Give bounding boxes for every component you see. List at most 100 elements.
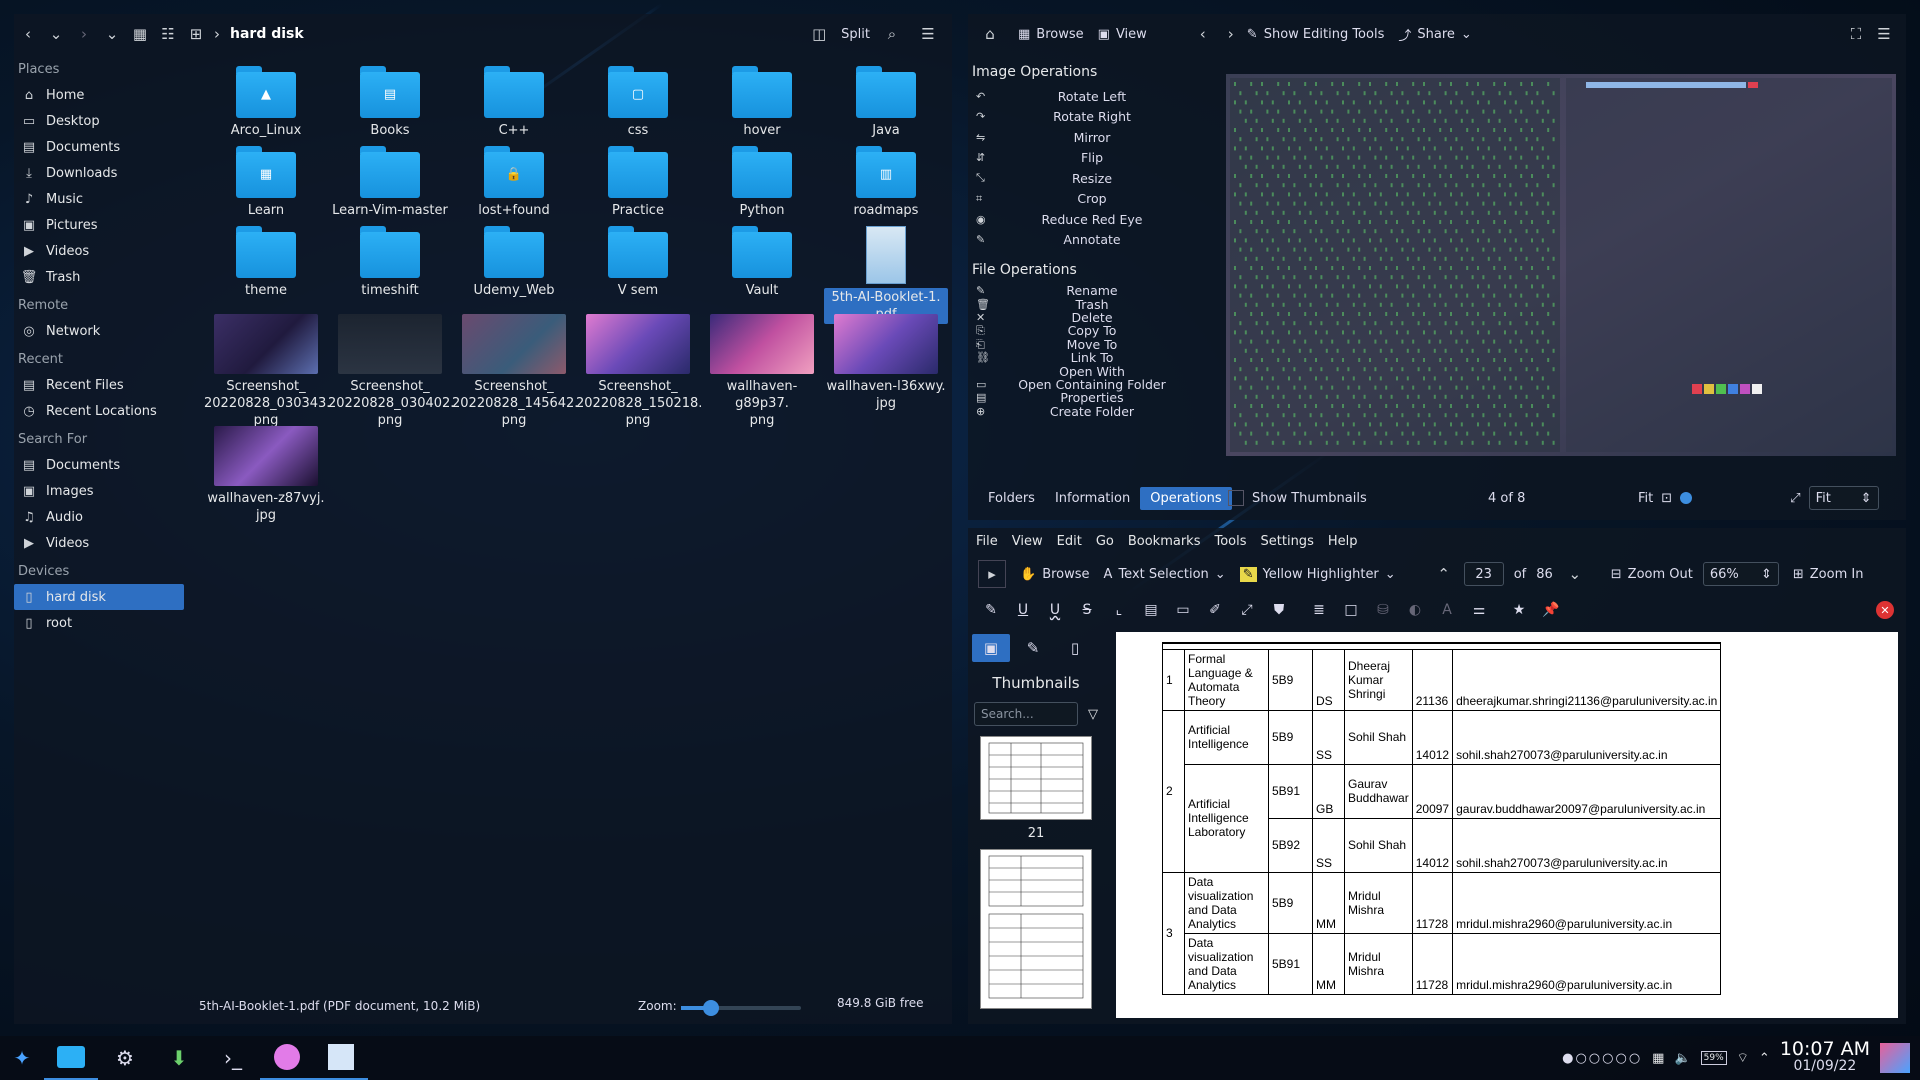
image-preview[interactable]: [1226, 74, 1896, 456]
wifi-icon[interactable]: ⌔: [1737, 1050, 1749, 1066]
folder-tile[interactable]: timeshift: [328, 226, 452, 299]
dolphin-task-icon[interactable]: [44, 1036, 98, 1080]
terminal-task-icon[interactable]: ›_: [206, 1036, 260, 1080]
details-view-icon[interactable]: ⊞: [182, 20, 210, 48]
folder-tile[interactable]: theme: [204, 226, 328, 299]
folder-tile[interactable]: Python: [700, 146, 824, 219]
freehand-icon[interactable]: ✐: [1200, 602, 1230, 618]
image-file-tile[interactable]: wallhaven-g89p37. png: [700, 314, 824, 429]
show-editing-tools-button[interactable]: ✎ Show Editing Tools: [1247, 27, 1385, 42]
bookmarks-tab-icon[interactable]: ▯: [1056, 634, 1094, 662]
stamp-icon[interactable]: ⛊: [1264, 602, 1294, 618]
highlight-icon[interactable]: ✎: [976, 602, 1006, 618]
compact-view-icon[interactable]: ☷: [154, 20, 182, 48]
filter-icon[interactable]: ▽: [1088, 707, 1098, 722]
next-icon[interactable]: ›: [1217, 20, 1245, 48]
folder-tile[interactable]: ▥ roadmaps: [824, 146, 948, 219]
file-operation-item[interactable]: ▤ Properties: [968, 391, 1220, 404]
breadcrumb[interactable]: hard disk: [230, 26, 304, 42]
page-thumbnail[interactable]: [980, 736, 1092, 820]
advanced-settings-icon[interactable]: ⚌: [1464, 602, 1494, 618]
hamburger-menu-icon[interactable]: ☰: [914, 20, 942, 48]
image-file-tile[interactable]: Screenshot_ 20220828_030402. png: [328, 314, 454, 429]
folder-tile[interactable]: ▤ Books: [328, 66, 452, 139]
sidebar-toggle-icon[interactable]: ▸: [978, 560, 1006, 588]
zoom-out-button[interactable]: ⊟ Zoom Out: [1611, 567, 1693, 582]
sidebar-item[interactable]: ▯ hard disk: [14, 584, 184, 610]
annotations-tab-icon[interactable]: ✎: [1014, 634, 1052, 662]
close-annotations-icon[interactable]: ✕: [1876, 601, 1894, 619]
okular-task-icon[interactable]: [314, 1036, 368, 1080]
pdf-page[interactable]: 1 Formal Language & Automata Theory 5B9 DS D…: [1116, 632, 1898, 1018]
zoom-knob[interactable]: [703, 1000, 719, 1016]
sidebar-item[interactable]: ▣ Images: [14, 478, 194, 504]
zoom-in-button[interactable]: ⊞ Zoom In: [1793, 567, 1864, 582]
sidebar-item[interactable]: ▶ Videos: [14, 238, 194, 264]
file-operation-item[interactable]: ⊕ Create Folder: [968, 405, 1220, 418]
sidebar-item[interactable]: ◎ Network: [14, 318, 194, 344]
folder-tile[interactable]: Learn-Vim-master: [328, 146, 452, 219]
fullscreen-icon[interactable]: ⛶: [1842, 20, 1870, 48]
menu-item[interactable]: Settings: [1261, 534, 1314, 549]
previous-icon[interactable]: ‹: [1189, 20, 1217, 48]
search-icon[interactable]: ⌕: [878, 20, 906, 48]
download-manager-task-icon[interactable]: ⬇: [152, 1036, 206, 1080]
gwenview-task-icon[interactable]: [260, 1036, 314, 1080]
menu-item[interactable]: Edit: [1057, 534, 1082, 549]
tray-expand-icon[interactable]: ⌃: [1759, 1051, 1770, 1066]
view-button[interactable]: ▣ View: [1098, 27, 1147, 42]
image-operation-item[interactable]: ↶ Rotate Left: [968, 86, 1220, 107]
image-operation-item[interactable]: ◉ Reduce Red Eye: [968, 209, 1220, 230]
font-icon[interactable]: A: [1432, 602, 1462, 618]
sidebar-item[interactable]: ⌂ Home: [14, 82, 194, 108]
sidebar-item[interactable]: ♪ Music: [14, 186, 194, 212]
image-file-tile[interactable]: Screenshot_ 20220828_150218. png: [576, 314, 702, 429]
pin-icon[interactable]: 📌: [1536, 602, 1566, 618]
sidebar-item[interactable]: ▶ Videos: [14, 530, 194, 556]
menu-item[interactable]: View: [1012, 534, 1043, 549]
previous-page-icon[interactable]: ⌃: [1430, 560, 1458, 588]
opacity-icon[interactable]: ◐: [1400, 602, 1430, 618]
clock[interactable]: 10:07 AM 01/09/22: [1780, 1040, 1870, 1075]
peek-desktop-icon[interactable]: [1880, 1043, 1910, 1073]
file-operation-item[interactable]: ⎗ Move To: [968, 338, 1220, 351]
file-operation-item[interactable]: Open With: [968, 364, 1220, 378]
forward-history-icon[interactable]: ⌄: [98, 20, 126, 48]
browse-button[interactable]: ▦ Browse: [1018, 27, 1084, 42]
folder-tile[interactable]: Udemy_Web: [452, 226, 576, 299]
actual-size-icon[interactable]: ⊡: [1661, 491, 1672, 506]
sidebar-item[interactable]: ▭ Desktop: [14, 108, 194, 134]
show-thumbnails-toggle[interactable]: Show Thumbnails: [1228, 484, 1367, 512]
file-operation-item[interactable]: ⛓ Link To: [968, 351, 1220, 364]
sidebar-item[interactable]: ▤ Documents: [14, 452, 194, 478]
image-operation-item[interactable]: ⌗ Crop: [968, 189, 1220, 210]
image-operation-item[interactable]: ⇵ Flip: [968, 148, 1220, 169]
image-file-tile[interactable]: wallhaven-l36xwy. jpg: [824, 314, 948, 412]
fill-color-icon[interactable]: ⛁: [1368, 602, 1398, 618]
sidebar-item[interactable]: ▤ Documents: [14, 134, 194, 160]
folder-tile[interactable]: ▦ Learn: [204, 146, 328, 219]
menu-item[interactable]: Go: [1096, 534, 1114, 549]
file-operation-item[interactable]: 🗑 Trash: [968, 297, 1220, 311]
sidebar-tab[interactable]: Folders: [978, 487, 1045, 510]
text-selection-button[interactable]: A Text Selection ⌄: [1104, 567, 1226, 582]
underline-icon[interactable]: U: [1008, 602, 1038, 618]
split-icon[interactable]: ◫: [805, 20, 833, 48]
clipboard-icon[interactable]: ▦: [1652, 1051, 1664, 1066]
strikeout-icon[interactable]: S: [1072, 602, 1102, 618]
next-page-icon[interactable]: ⌄: [1561, 560, 1589, 588]
file-operation-item[interactable]: ▭ Open Containing Folder: [968, 378, 1220, 391]
folder-tile[interactable]: ▲ Arco_Linux: [204, 66, 328, 139]
folder-tile[interactable]: Vault: [700, 226, 824, 299]
settings-task-icon[interactable]: ⚙: [98, 1036, 152, 1080]
share-button[interactable]: ⤴ Share ⌄: [1398, 25, 1471, 44]
sidebar-item[interactable]: 🗑 Trash: [14, 264, 194, 290]
image-file-tile[interactable]: Screenshot_ 20220828_030343. png: [204, 314, 330, 429]
menu-item[interactable]: Help: [1328, 534, 1358, 549]
image-operation-item[interactable]: ↷ Rotate Right: [968, 107, 1220, 128]
file-operation-item[interactable]: ⎘ Copy To: [968, 324, 1220, 337]
browse-tool-button[interactable]: ✋ Browse: [1020, 567, 1090, 582]
virtual-desktop-pager[interactable]: ●○○○○○: [1562, 1051, 1642, 1066]
page-thumbnail[interactable]: [980, 849, 1092, 1009]
image-operation-item[interactable]: ⇋ Mirror: [968, 127, 1220, 148]
